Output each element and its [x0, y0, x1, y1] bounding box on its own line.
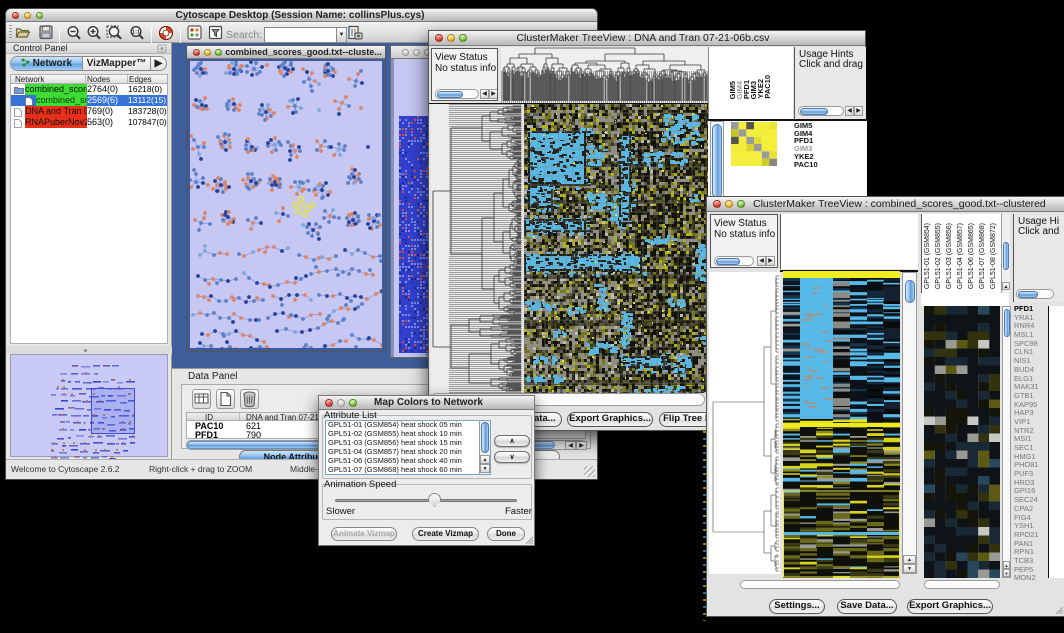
svg-text:1:1: 1:1 — [132, 30, 140, 36]
